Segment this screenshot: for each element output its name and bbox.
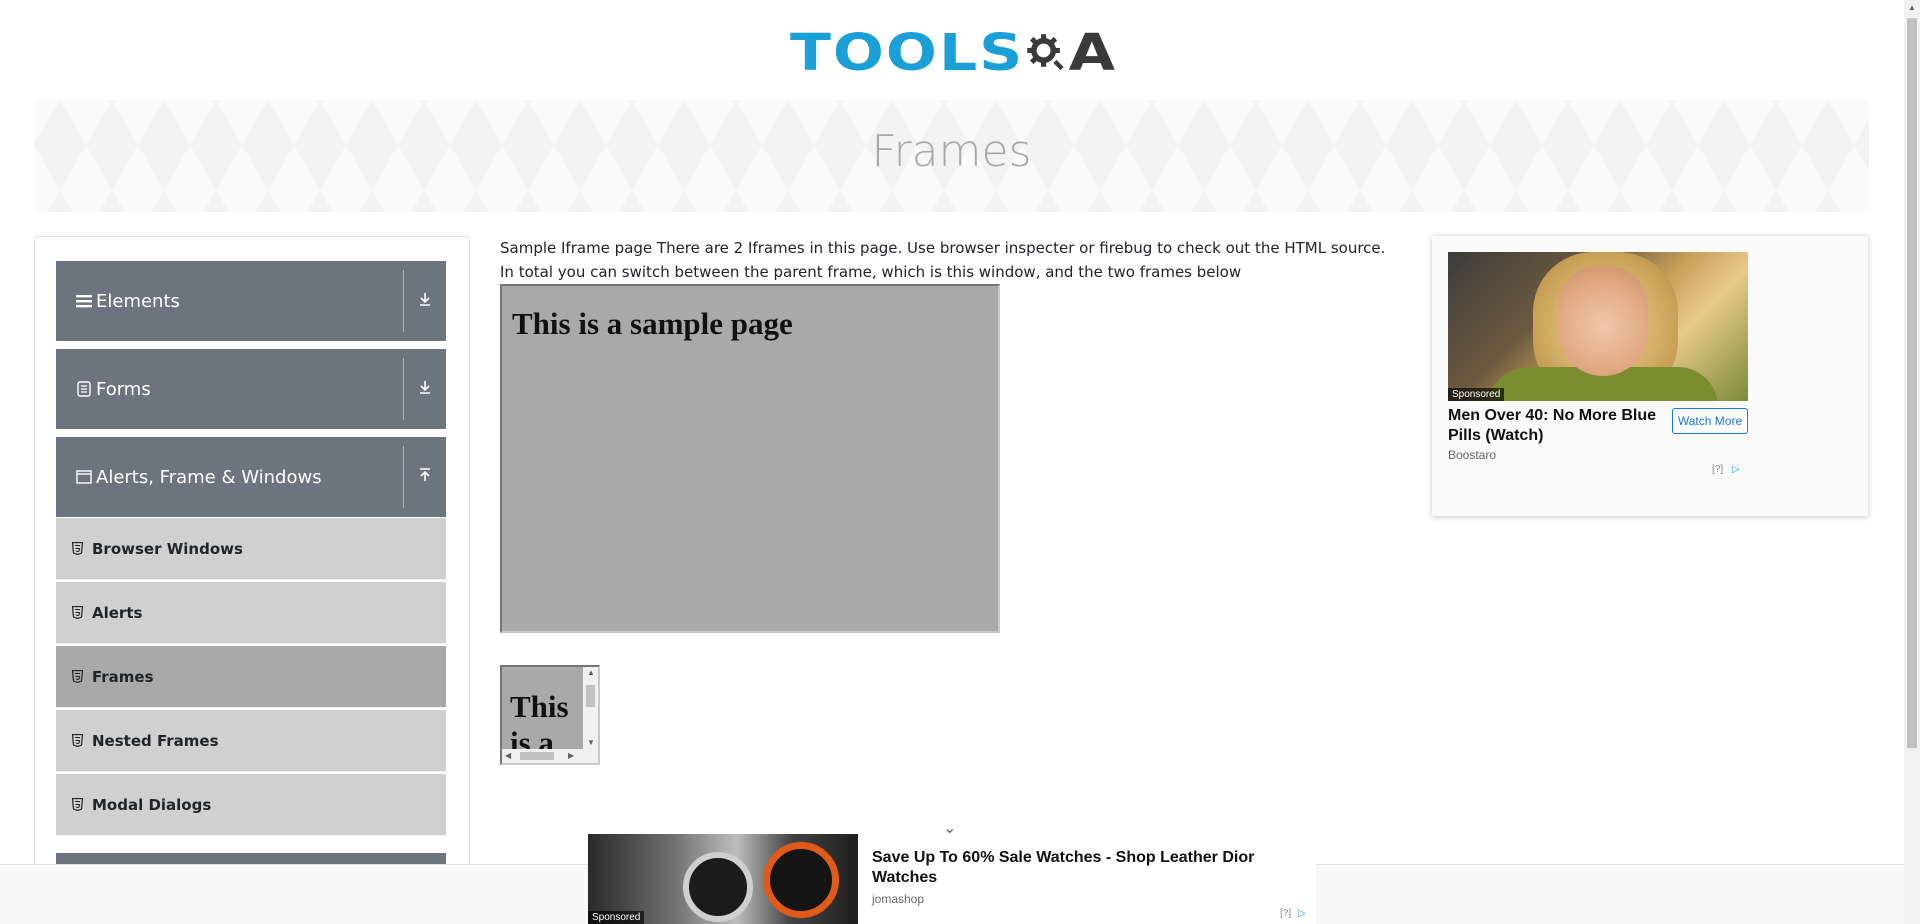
sidebar-item-label: Browser Windows bbox=[92, 539, 243, 558]
html5-icon bbox=[70, 670, 84, 684]
ad-source[interactable]: jomashop bbox=[872, 892, 924, 906]
ad-title[interactable]: Men Over 40: No More Blue Pills (Watch) bbox=[1448, 406, 1668, 446]
sidebar-item-label: Frames bbox=[92, 667, 154, 686]
scroll-right-icon[interactable]: ▶ bbox=[568, 752, 574, 760]
html5-icon bbox=[70, 606, 84, 620]
sponsored-label: Sponsored bbox=[1448, 388, 1505, 401]
logo-text-a: A bbox=[1068, 23, 1115, 83]
group-header-alerts-frame-windows[interactable]: Alerts, Frame & Windows bbox=[56, 437, 446, 517]
hamburger-icon bbox=[74, 291, 94, 311]
frame2-horizontal-scrollbar[interactable]: ◀ ▶ bbox=[502, 749, 598, 763]
scroll-up-icon[interactable]: ▲ bbox=[1908, 4, 1916, 12]
scroll-left-icon[interactable]: ◀ bbox=[505, 752, 511, 760]
scroll-thumb[interactable] bbox=[586, 685, 595, 707]
window-icon bbox=[74, 467, 94, 487]
sidebar-item-label: Nested Frames bbox=[92, 731, 219, 750]
sidebar-item-label: Modal Dialogs bbox=[92, 795, 212, 814]
frame2-vertical-scrollbar[interactable]: ▲ ▼ bbox=[583, 667, 598, 751]
iframe-frame1[interactable]: This is a sample page bbox=[500, 284, 1000, 633]
page-banner: Frames bbox=[34, 100, 1869, 212]
ad-source[interactable]: Boostaro bbox=[1448, 448, 1496, 462]
adchoices-icon: ▷ bbox=[1731, 464, 1740, 475]
group-label: Forms bbox=[96, 378, 151, 400]
ad-bottom[interactable]: Sponsored Save Up To 60% Sale Watches - … bbox=[588, 834, 1316, 924]
scroll-up-icon[interactable]: ▲ bbox=[587, 669, 595, 677]
sidebar: Elements Forms Alerts, Frame & Windows B… bbox=[34, 236, 470, 924]
ad-info[interactable]: [?] ▷ bbox=[1712, 464, 1740, 475]
ad-right[interactable]: Sponsored Men Over 40: No More Blue Pill… bbox=[1432, 236, 1868, 516]
upload-arrow-icon[interactable] bbox=[404, 467, 446, 488]
group-header-forms[interactable]: Forms bbox=[56, 349, 446, 429]
sidebar-item-label: Alerts bbox=[92, 603, 143, 622]
html5-icon bbox=[70, 542, 84, 556]
group-header-elements[interactable]: Elements bbox=[56, 261, 446, 341]
sidebar-item-nested-frames[interactable]: Nested Frames bbox=[56, 710, 446, 772]
sidebar-item-modal-dialogs[interactable]: Modal Dialogs bbox=[56, 774, 446, 836]
ad-image[interactable]: Sponsored bbox=[1448, 252, 1748, 401]
ad-image-face bbox=[1558, 266, 1648, 376]
adchoices-icon: ▷ bbox=[1297, 908, 1306, 919]
page-title: Frames bbox=[871, 126, 1032, 177]
page-scrollbar[interactable]: ▲ bbox=[1904, 0, 1920, 924]
sidebar-item-alerts[interactable]: Alerts bbox=[56, 582, 446, 644]
html5-icon bbox=[70, 734, 84, 748]
frames-description: Sample Iframe page There are 2 Iframes i… bbox=[500, 239, 1386, 281]
ad-info-label: [?] bbox=[1280, 908, 1292, 919]
ad-title[interactable]: Save Up To 60% Sale Watches - Shop Leath… bbox=[872, 848, 1292, 888]
logo-text-tools: TOOLS bbox=[790, 23, 1025, 83]
sidebar-item-browser-windows[interactable]: Browser Windows bbox=[56, 518, 446, 580]
toolsqa-logo[interactable]: TOOLS A bbox=[790, 14, 1115, 92]
form-icon bbox=[74, 379, 94, 399]
scroll-thumb[interactable] bbox=[1907, 18, 1917, 748]
gear-magnifier-icon bbox=[1027, 34, 1064, 71]
frame1-heading: This is a sample page bbox=[512, 306, 793, 341]
html5-icon bbox=[70, 798, 84, 812]
group-label: Elements bbox=[96, 290, 180, 312]
ad-image-watch bbox=[683, 852, 753, 922]
iframe-frame2[interactable]: This is a ▲ ▼ ◀ ▶ bbox=[500, 665, 600, 765]
watch-more-button[interactable]: Watch More bbox=[1672, 408, 1748, 434]
download-arrow-icon[interactable] bbox=[404, 379, 446, 400]
group-label: Alerts, Frame & Windows bbox=[96, 466, 322, 488]
scroll-thumb[interactable] bbox=[520, 752, 554, 760]
sponsored-label: Sponsored bbox=[588, 911, 645, 924]
scroll-down-icon[interactable]: ▼ bbox=[587, 739, 595, 747]
download-arrow-icon[interactable] bbox=[404, 291, 446, 312]
ad-info[interactable]: [?] ▷ bbox=[1280, 908, 1306, 919]
ad-image[interactable]: Sponsored bbox=[588, 834, 858, 924]
ad-info-label: [?] bbox=[1712, 464, 1724, 475]
sidebar-item-frames[interactable]: Frames bbox=[56, 646, 446, 708]
ad-image-watch bbox=[763, 842, 839, 918]
